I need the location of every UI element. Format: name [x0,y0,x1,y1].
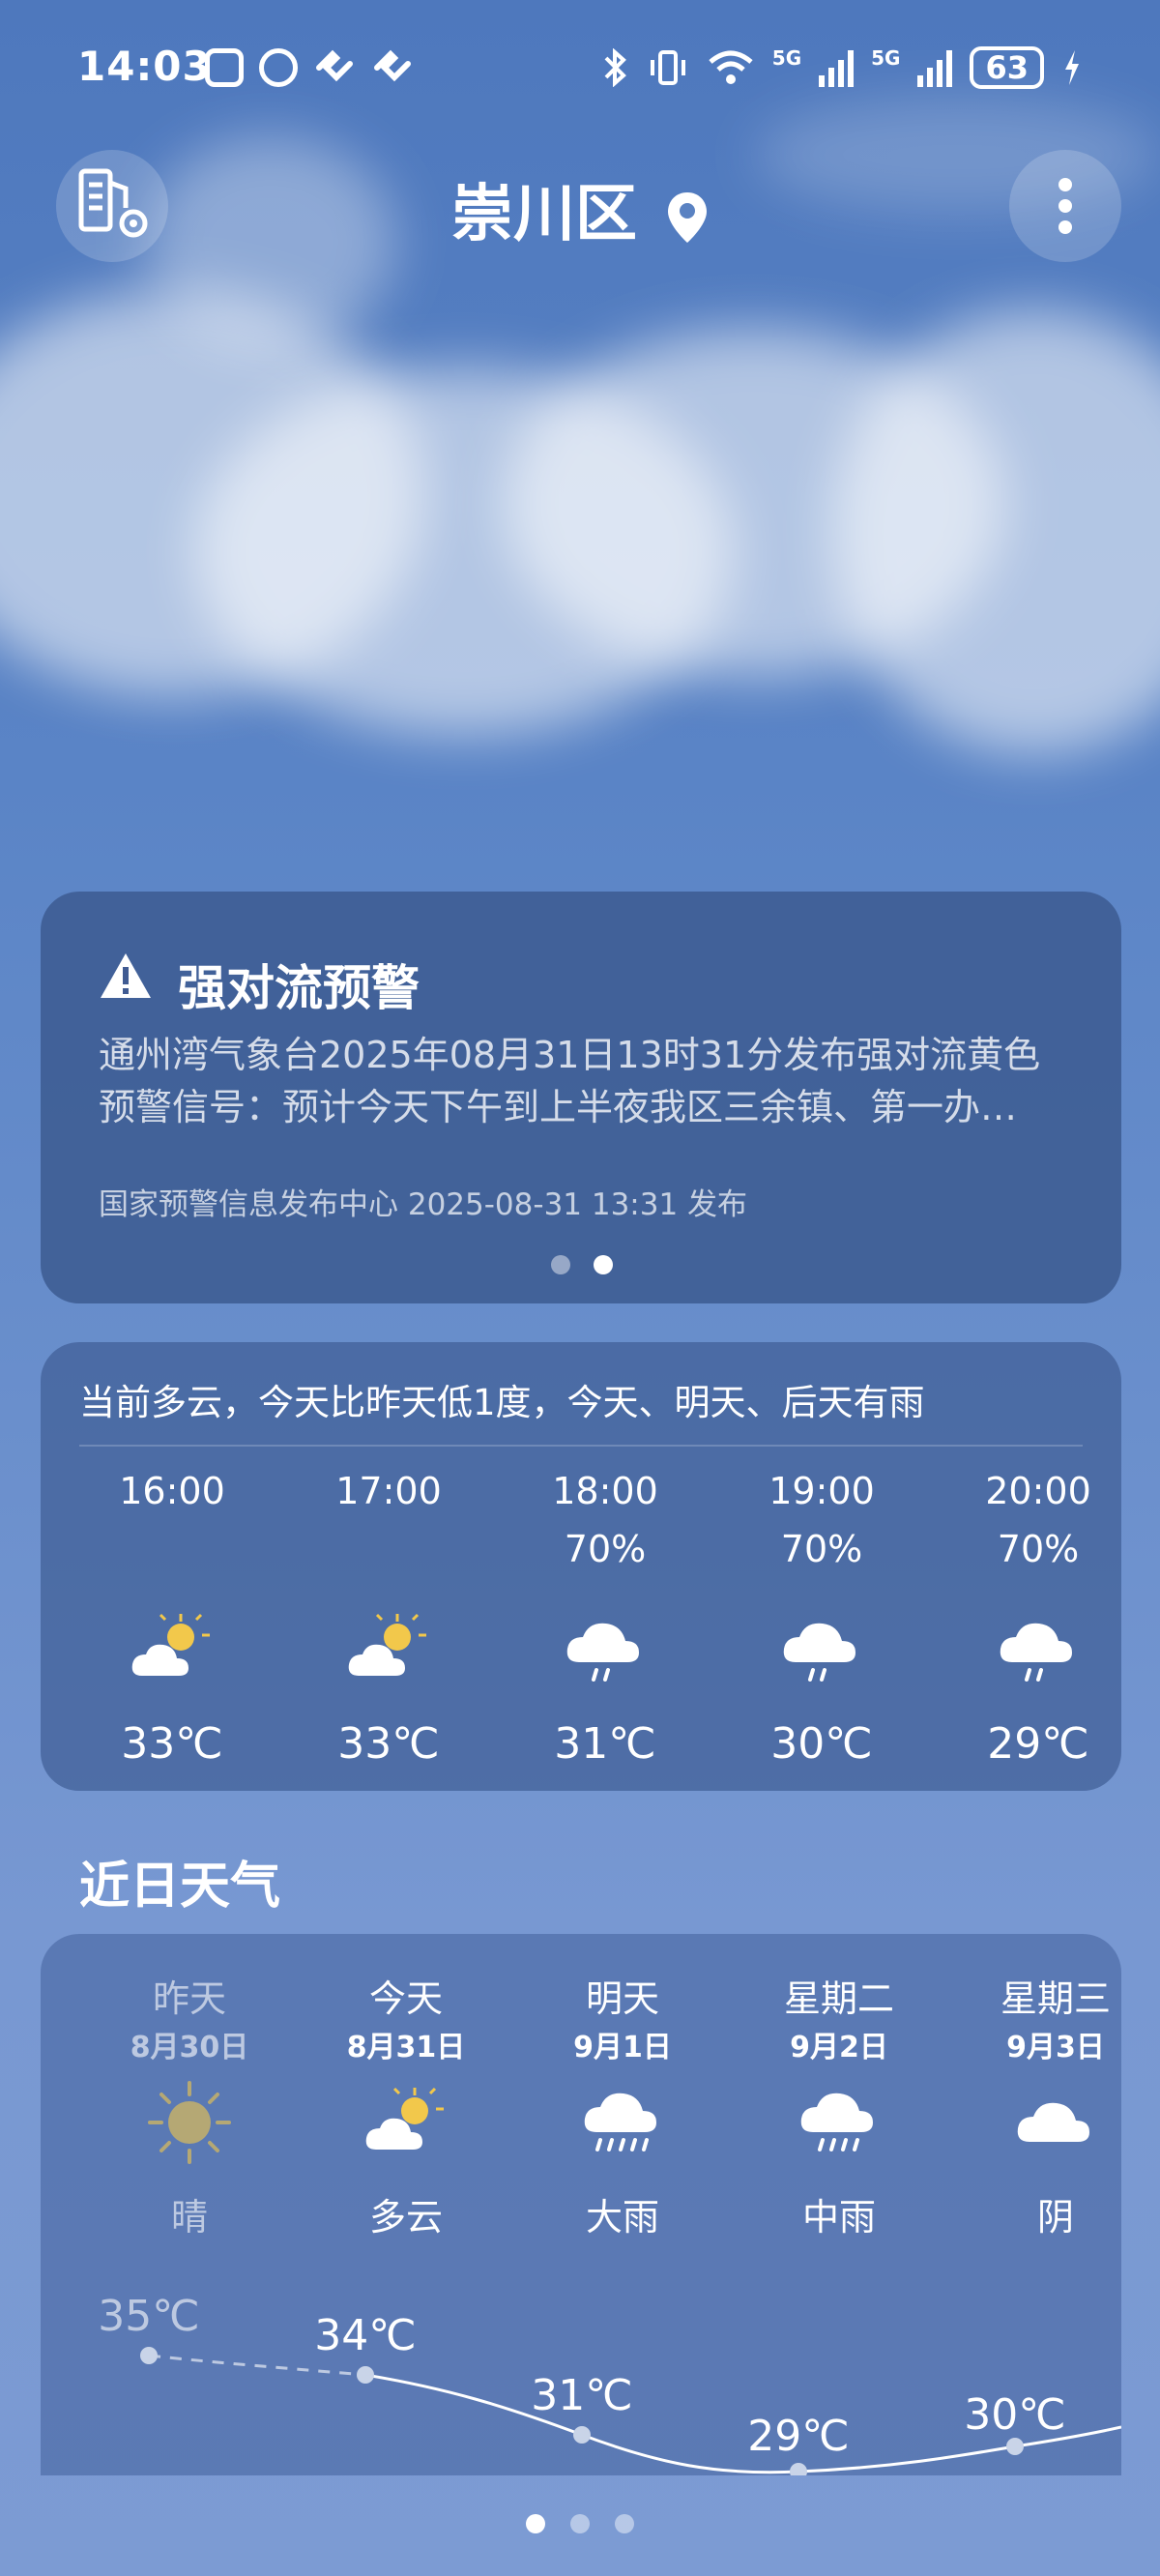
hour-time: 18:00 [552,1470,658,1512]
system-status-icons: 5G 5G 63 [600,46,1083,89]
light-rain-icon [566,1623,639,1682]
status-time: 14:03 [77,43,212,90]
hourly-item: 20:00 70% 29℃ [942,1470,1135,1769]
battery-indicator: 63 [970,46,1044,89]
warning-icon [101,953,151,998]
alert-line: 预警信号：预计今天下午到上半夜我区三余镇、第一办… [99,1086,1018,1128]
high-temp-curve: 35℃ 34℃ 31℃ 29℃ 30℃ [98,2292,1121,2475]
light-rain-icon [1000,1623,1072,1682]
nfc-icon [205,48,244,87]
alert-line: 通州湾气象台2025年08月31日13时31分发布强对流黄色 [99,1034,1041,1076]
hour-temp: 33℃ [337,1719,440,1769]
hour-time: 16:00 [119,1470,225,1512]
hour-temp: 31℃ [554,1719,656,1769]
location-pin-icon [668,192,707,244]
hour-temp: 33℃ [121,1719,223,1769]
page-indicator[interactable] [526,2514,634,2533]
page-dot[interactable] [570,2514,590,2533]
hourly-item: 19:00 70% 30℃ [725,1470,918,1769]
temp-label: 30℃ [964,2390,1065,2440]
city-title[interactable]: 崇川区 [0,164,1160,253]
hour-temp: 30℃ [770,1719,873,1769]
network-type-2: 5G [871,46,901,70]
hour-temp: 29℃ [987,1719,1089,1769]
signal-icon [819,48,855,87]
temp-point [1006,2438,1024,2455]
hourly-item: 18:00 70% 31℃ [508,1470,702,1769]
signal-icon [917,48,953,87]
page-dot-active[interactable] [526,2514,545,2533]
light-rain-icon [783,1623,856,1682]
page-dot[interactable] [615,2514,634,2533]
temp-label: 31℃ [531,2371,632,2420]
precip-chance: 70% [997,1528,1080,1570]
city-name: 崇川区 [451,179,637,250]
alarm-icon [259,48,298,87]
temp-label: 34℃ [314,2311,416,2360]
hour-time: 20:00 [985,1470,1091,1512]
temp-label: 29℃ [747,2412,849,2461]
section-title-recent-weather: 近日天气 [79,1858,281,1916]
notification-icons [205,48,414,87]
weather-alert-card[interactable]: 强对流预警 通州湾气象台2025年08月31日13时31分发布强对流黄色 预警信… [41,892,1121,1303]
temp-point [140,2347,158,2364]
daily-forecast-card[interactable]: 昨天 8月30日 晴 今天 8月31日 多云 明天 9月1日 大雨 星期二 9月… [41,1934,1121,2475]
alert-description: 通州湾气象台2025年08月31日13时31分发布强对流黄色 预警信号：预计今天… [99,1029,1075,1133]
divider [79,1445,1083,1447]
charging-icon [1065,50,1079,85]
hour-time: 17:00 [335,1470,442,1512]
alert-pager-dots [551,1255,613,1274]
hourly-item: 16:00 33℃ [75,1470,269,1769]
temp-point [573,2426,591,2444]
app-notification-icon [316,49,353,82]
network-type-1: 5G [771,46,802,70]
partly-cloudy-icon [131,1613,210,1676]
more-options-button[interactable] [1009,150,1121,262]
app-notification-icon [374,49,411,82]
alert-source: 国家预警信息发布中心 2025-08-31 13:31 发布 [99,1187,748,1222]
temp-label: 35℃ [98,2292,199,2341]
wifi-icon [709,50,753,84]
pager-dot-active [594,1255,613,1274]
hourly-forecast-card[interactable]: 当前多云，今天比昨天低1度，今天、明天、后天有雨 16:00 33℃ 17:00… [41,1342,1121,1791]
partly-cloudy-icon [348,1613,426,1676]
pager-dot [551,1255,570,1274]
hourly-item: 17:00 33℃ [292,1470,485,1769]
precip-chance [75,1528,269,1586]
temp-point [357,2366,374,2384]
precip-chance: 70% [780,1528,863,1570]
precip-chance: 70% [564,1528,647,1570]
alert-title: 强对流预警 [178,960,420,1016]
temp-point [790,2463,807,2475]
precip-chance [292,1528,485,1586]
bluetooth-icon [604,48,626,87]
more-vertical-icon [1058,178,1072,234]
weather-summary: 当前多云，今天比昨天低1度，今天、明天、后天有雨 [79,1382,925,1423]
vibrate-icon [650,50,685,85]
status-bar: 14:03 5G 5G 63 [0,0,1160,135]
hour-time: 19:00 [768,1470,875,1512]
